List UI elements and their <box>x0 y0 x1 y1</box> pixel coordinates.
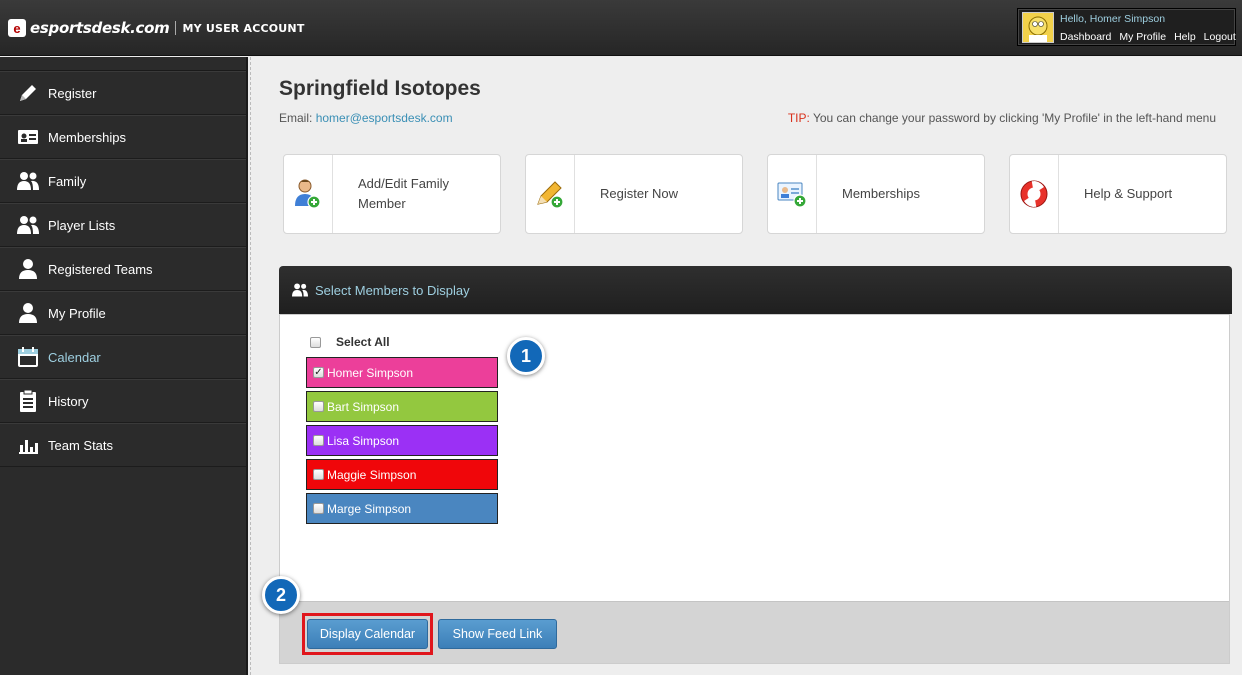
sidebar-item-label: Registered Teams <box>48 261 153 277</box>
my-profile-link[interactable]: My Profile <box>1119 31 1166 43</box>
member-checkbox[interactable] <box>313 435 324 446</box>
sidebar-item-calendar[interactable]: Calendar <box>0 335 246 379</box>
member-name: Maggie Simpson <box>327 467 417 482</box>
sidebar-item-player-lists[interactable]: Player Lists <box>0 203 246 247</box>
tile-label: Add/Edit Family Member <box>358 176 450 211</box>
sidebar-item-label: Family <box>48 173 87 189</box>
members-panel-header: Select Members to Display <box>279 266 1232 314</box>
member-marge[interactable]: Marge Simpson <box>306 493 498 524</box>
avatar <box>1022 12 1054 43</box>
sidebar: Register Memberships Family Player Lists… <box>0 57 248 675</box>
add-edit-family-tile[interactable]: Add/Edit Family Member <box>283 154 501 234</box>
tile-label: Help & Support <box>1084 186 1173 201</box>
users-icon <box>16 169 40 193</box>
bar-chart-icon <box>16 433 40 457</box>
sidebar-item-label: Register <box>48 85 97 101</box>
user-box: Hello, Homer Simpson Dashboard My Profil… <box>1017 8 1236 46</box>
tile-label: Register Now <box>600 186 679 201</box>
user-icon <box>16 257 40 281</box>
member-lisa[interactable]: Lisa Simpson <box>306 425 498 456</box>
user-icon <box>16 301 40 325</box>
member-maggie[interactable]: Maggie Simpson <box>306 459 498 490</box>
user-links: Dashboard My Profile Help Logout <box>1060 31 1236 43</box>
member-name: Bart Simpson <box>327 399 400 414</box>
member-name: Marge Simpson <box>327 501 412 516</box>
panel-title: Select Members to Display <box>315 282 470 298</box>
email-link[interactable]: homer@esportsdesk.com <box>316 111 453 125</box>
member-checkbox[interactable] <box>313 469 324 480</box>
sidebar-item-label: Memberships <box>48 129 127 145</box>
add-user-icon <box>284 155 333 233</box>
pencil-add-icon <box>526 155 575 233</box>
member-bart[interactable]: Bart Simpson <box>306 391 498 422</box>
dashboard-link[interactable]: Dashboard <box>1060 31 1111 43</box>
member-checkbox[interactable] <box>313 503 324 514</box>
callout-badge-1: 1 <box>507 337 545 375</box>
sidebar-item-registered-teams[interactable]: Registered Teams <box>0 247 246 291</box>
select-all[interactable]: Select All <box>310 335 390 349</box>
tile-label: Memberships <box>842 186 921 201</box>
lifebuoy-icon <box>1010 155 1059 233</box>
memberships-tile[interactable]: Memberships <box>767 154 985 234</box>
callout-badge-2: 2 <box>262 576 300 614</box>
page-title: Springfield Isotopes <box>279 77 481 100</box>
member-checkbox[interactable]: ✓ <box>313 367 324 378</box>
pencil-icon <box>16 81 40 105</box>
sidebar-item-label: Calendar <box>48 349 101 365</box>
sidebar-item-label: History <box>48 393 89 409</box>
members-panel: Select All ✓ Homer Simpson Bart Simpson … <box>279 314 1230 664</box>
logo-mark: e <box>8 19 26 37</box>
sidebar-item-history[interactable]: History <box>0 379 246 423</box>
sidebar-item-memberships[interactable]: Memberships <box>0 115 246 159</box>
section-title: MY USER ACCOUNT <box>182 21 305 35</box>
id-card-icon <box>16 125 40 149</box>
sidebar-item-family[interactable]: Family <box>0 159 246 203</box>
sidebar-item-my-profile[interactable]: My Profile <box>0 291 246 335</box>
member-checkbox[interactable] <box>313 401 324 412</box>
email-line: Email: homer@esportsdesk.com <box>279 111 453 125</box>
register-now-tile[interactable]: Register Now <box>525 154 743 234</box>
clipboard-icon <box>16 389 40 413</box>
greeting: Hello, Homer Simpson <box>1060 13 1166 25</box>
sidebar-item-team-stats[interactable]: Team Stats <box>0 423 246 467</box>
sidebar-item-register[interactable]: Register <box>0 71 246 115</box>
top-bar: e esportsdesk.com MY USER ACCOUNT Hello,… <box>0 0 1242 56</box>
member-name: Homer Simpson <box>327 365 414 380</box>
logo-divider <box>175 21 177 35</box>
users-icon <box>16 213 40 237</box>
sidebar-item-label: Team Stats <box>48 437 114 453</box>
card-add-icon <box>768 155 817 233</box>
help-support-tile[interactable]: Help & Support <box>1009 154 1227 234</box>
site-logo[interactable]: e esportsdesk.com MY USER ACCOUNT <box>8 18 305 38</box>
help-link[interactable]: Help <box>1174 31 1196 43</box>
show-feed-link-button[interactable]: Show Feed Link <box>438 619 557 649</box>
calendar-icon <box>16 345 40 369</box>
tip-text: You can change your password by clicking… <box>809 111 1216 125</box>
display-calendar-button[interactable]: Display Calendar <box>307 619 428 649</box>
member-homer[interactable]: ✓ Homer Simpson <box>306 357 498 388</box>
sidebar-item-label: Player Lists <box>48 217 116 233</box>
select-all-label: Select All <box>336 335 390 349</box>
email-label: Email: <box>279 111 316 125</box>
panel-footer: Display Calendar Show Feed Link <box>280 601 1229 663</box>
member-name: Lisa Simpson <box>327 433 400 448</box>
logo-text: esportsdesk.com <box>30 19 170 37</box>
select-all-checkbox[interactable] <box>310 336 321 348</box>
users-icon <box>292 283 308 297</box>
main-content: Springfield Isotopes Email: homer@esport… <box>250 57 1242 675</box>
logout-link[interactable]: Logout <box>1204 31 1236 43</box>
tip-line: TIP: You can change your password by cli… <box>788 111 1216 125</box>
sidebar-item-label: My Profile <box>48 305 106 321</box>
tip-label: TIP: <box>787 111 810 125</box>
